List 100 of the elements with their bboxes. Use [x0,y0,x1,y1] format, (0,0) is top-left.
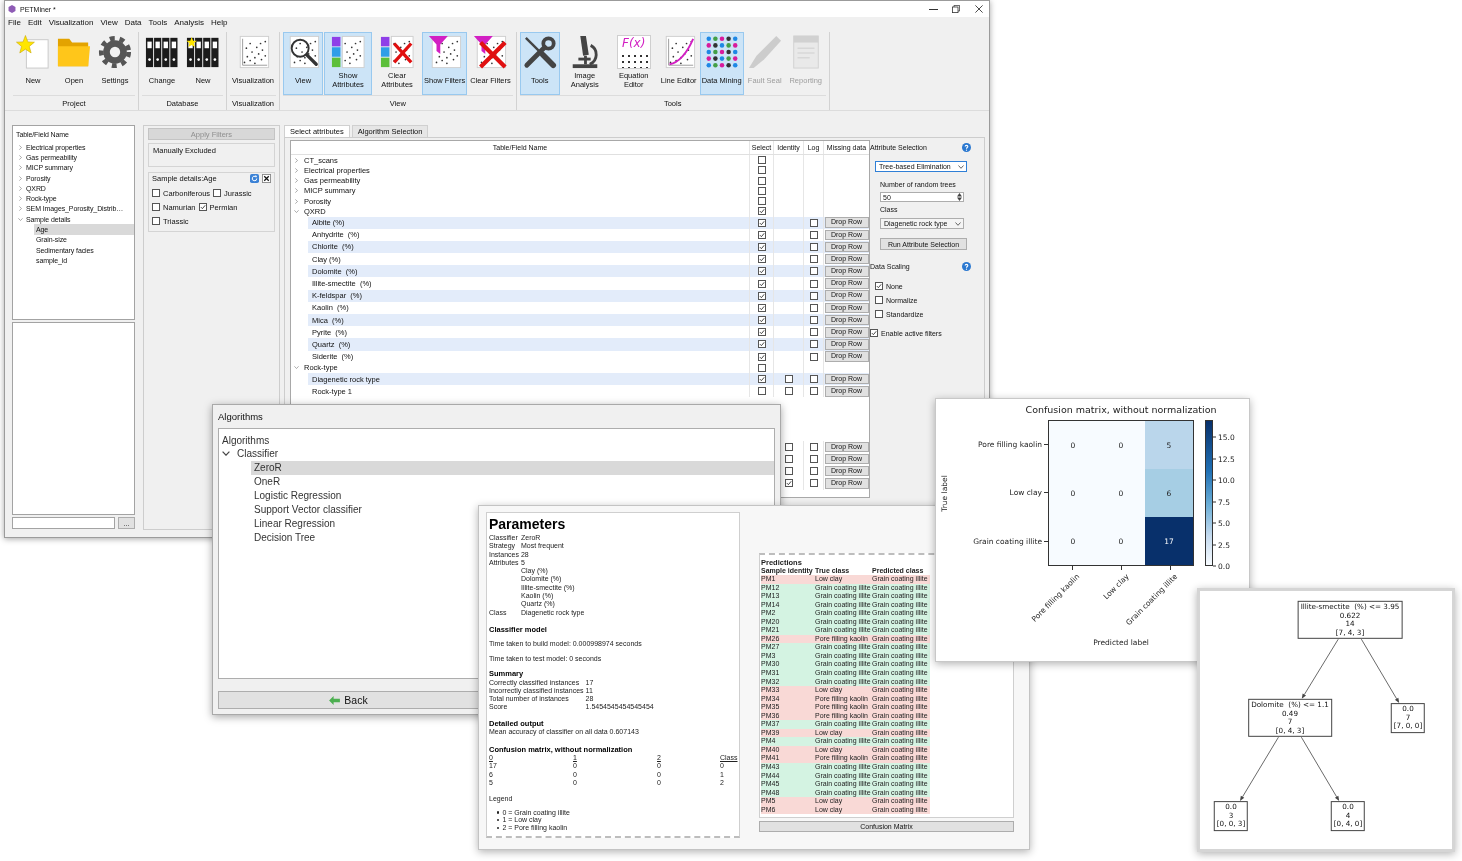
tree-item[interactable]: Support Vector classifier [251,502,365,517]
bullet-icon [497,811,500,814]
tree-edge-arrow [1301,638,1339,699]
minimize-icon[interactable] [929,8,938,10]
help-icon[interactable] [962,261,971,271]
checkbox[interactable] [875,310,883,318]
checkbox[interactable] [809,267,818,276]
checkbox[interactable] [198,203,207,211]
swatches-cross-icon [380,35,414,69]
checkbox[interactable] [809,303,818,312]
tree-edge-arrow [1360,638,1400,704]
checkbox[interactable] [784,455,793,464]
text-field[interactable] [12,517,115,529]
tree-edge-arrow [1300,736,1340,802]
checkbox[interactable] [757,279,766,288]
binders-star-icon [186,35,220,69]
menu-item[interactable]: Data [124,17,142,28]
checkbox[interactable] [809,255,818,264]
hexagon-icon [8,5,16,13]
tree-item[interactable]: OneR [251,474,284,489]
checkbox[interactable] [757,166,766,175]
checkbox[interactable] [757,176,766,185]
refresh-icon[interactable] [250,174,259,183]
checkbox[interactable] [757,218,766,227]
tree-header: Algorithms [222,434,270,447]
menu-item[interactable]: Visualization [48,17,94,28]
menu-item[interactable]: Analysis [174,17,205,28]
checkbox[interactable] [809,467,818,476]
tree-item[interactable]: ZeroR [251,460,774,475]
checkbox[interactable] [757,316,766,325]
chevron-down-icon[interactable] [222,451,230,457]
checkbox[interactable] [784,375,793,384]
checkbox[interactable] [757,363,766,372]
caret-icon [958,164,964,169]
caret-icon [955,221,961,226]
checkbox[interactable] [757,255,766,264]
checkbox[interactable] [784,467,793,476]
checkbox[interactable] [757,303,766,312]
checkbox[interactable] [809,316,818,325]
checkbox[interactable] [809,387,818,396]
help-icon[interactable] [962,142,971,152]
checkbox[interactable] [757,328,766,337]
checkbox[interactable] [757,156,766,165]
checkbox[interactable] [809,328,818,337]
checkbox[interactable] [152,217,160,225]
wrench-screwdriver-icon [522,35,557,69]
pencil-icon [747,35,782,69]
checkbox[interactable] [757,230,766,239]
checkbox[interactable] [809,230,818,239]
arrow-left-icon [329,695,341,705]
checkbox[interactable] [757,197,766,206]
checkbox[interactable] [809,291,818,300]
checkbox[interactable] [152,203,160,211]
checkbox[interactable] [809,455,818,464]
checkbox[interactable] [757,267,766,276]
checkbox[interactable] [809,340,818,349]
checkbox[interactable] [809,279,818,288]
report-heading: Parameters [489,517,566,532]
tree-item[interactable]: Decision Tree [251,530,319,545]
checkbox[interactable] [757,291,766,300]
tree-item[interactable]: Linear Regression [251,516,339,531]
checkbox[interactable] [809,218,818,227]
checkbox[interactable] [809,352,818,361]
checkbox[interactable] [757,352,766,361]
tree-item[interactable]: Classifier [222,447,774,461]
checkbox[interactable] [784,442,793,451]
funnel-icon [427,35,462,69]
spin-arrows-icon[interactable] [957,193,962,201]
checkbox[interactable] [152,189,160,197]
checkbox[interactable] [757,186,766,195]
dot-grid-icon [704,35,739,69]
close-icon[interactable] [975,5,983,13]
menu-item[interactable]: Tools [148,17,168,28]
checkbox[interactable] [757,375,766,384]
checkbox[interactable] [875,282,883,290]
tree-item[interactable]: Logistic Regression [251,488,345,503]
menu-item[interactable]: Edit [27,17,42,28]
checkbox[interactable] [784,387,793,396]
checkbox[interactable] [213,189,222,197]
funnel-cross-icon [473,35,508,69]
checkbox[interactable] [809,375,818,384]
checkbox[interactable] [809,242,818,251]
checkbox[interactable] [809,479,818,488]
menu-item[interactable]: View [100,17,118,28]
checkbox[interactable] [757,387,766,396]
gear-icon [98,35,132,69]
checkbox[interactable] [784,479,793,488]
checkbox[interactable] [757,340,766,349]
menu-item[interactable]: Help [211,17,228,28]
menu-item[interactable]: File [8,17,21,28]
checkbox[interactable] [809,442,818,451]
checkbox[interactable] [870,329,878,337]
restore-icon[interactable] [952,5,960,13]
star-page-icon [16,35,50,69]
checkbox[interactable] [875,296,883,304]
checkbox[interactable] [757,207,766,216]
chart-title: Confusion matrix, without normalization [1025,404,1217,415]
back-button[interactable]: Back [218,691,479,709]
checkbox[interactable] [757,242,766,251]
close-icon[interactable] [262,174,271,183]
